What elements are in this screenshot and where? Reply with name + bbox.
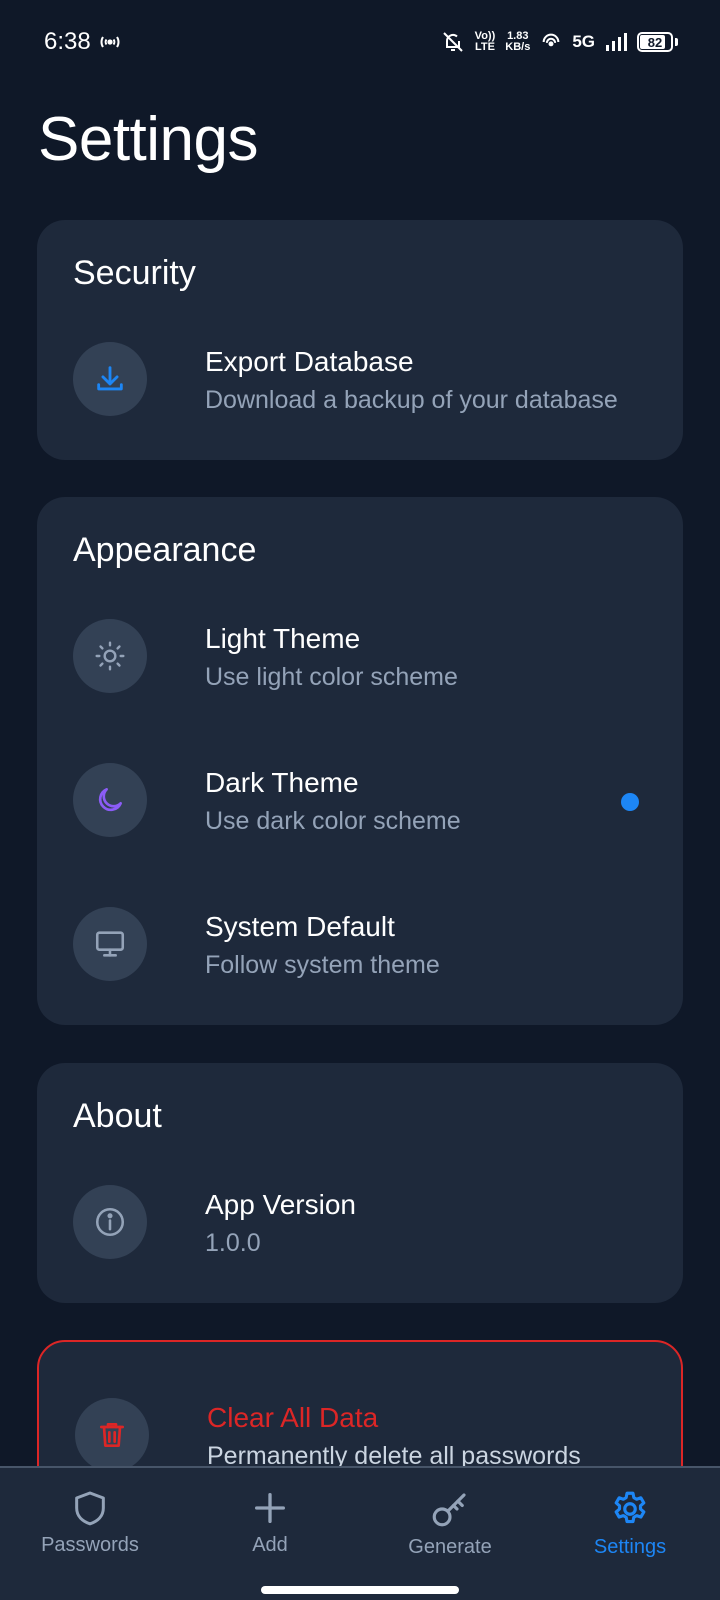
appearance-section-title: Appearance xyxy=(73,531,257,569)
app-version-label: App Version xyxy=(205,1189,356,1220)
sun-icon xyxy=(73,619,147,693)
clear-all-data-label: Clear All Data xyxy=(207,1402,379,1433)
network-speed: 1.83 KB/s xyxy=(505,31,530,53)
wifi-calling-icon xyxy=(542,33,560,47)
app-version-value: 1.0.0 xyxy=(205,1229,261,1257)
nav-settings-label: Settings xyxy=(593,1536,667,1558)
app-version-row: App Version 1.0.0 xyxy=(73,1185,647,1261)
network-type: 5G xyxy=(572,32,595,51)
hotspot-icon xyxy=(100,36,120,48)
battery-icon: 82 xyxy=(637,32,673,52)
nav-passwords[interactable]: Passwords xyxy=(0,1480,180,1570)
signal-icon xyxy=(606,33,627,51)
nav-add[interactable]: Add xyxy=(180,1480,360,1570)
network-speed-unit: KB/s xyxy=(505,41,531,53)
plus-icon xyxy=(255,1493,285,1523)
about-card: About App Version 1.0.0 xyxy=(37,1063,683,1303)
light-theme-label: Light Theme xyxy=(205,623,361,654)
light-theme-description: Use light color scheme xyxy=(205,663,458,691)
info-icon xyxy=(73,1185,147,1259)
system-default-description: Follow system theme xyxy=(205,951,440,979)
nav-generate-label: Generate xyxy=(408,1536,492,1558)
nav-settings[interactable]: Settings xyxy=(540,1480,720,1570)
status-bar: 6:38 Vo)) LTE 1.83 KB/s 5G 82 xyxy=(0,0,720,84)
nav-generate[interactable]: Generate xyxy=(360,1480,540,1570)
security-card: Security Export Database Download a back… xyxy=(37,220,683,460)
settings-screen: 6:38 Vo)) LTE 1.83 KB/s 5G 82 Settings S… xyxy=(0,0,720,1600)
download-icon xyxy=(73,342,147,416)
key-icon xyxy=(432,1493,466,1527)
dark-theme-row[interactable]: Dark Theme Use dark color scheme xyxy=(73,763,647,839)
nav-passwords-label: Passwords xyxy=(41,1534,139,1556)
dark-theme-description: Use dark color scheme xyxy=(205,807,461,835)
nav-add-label: Add xyxy=(252,1534,288,1556)
status-icons: Vo)) LTE 1.83 KB/s 5G 82 xyxy=(441,26,678,58)
home-indicator xyxy=(261,1586,459,1594)
gear-icon xyxy=(614,1491,646,1524)
volte-indicator: Vo)) LTE xyxy=(475,31,496,53)
page-title: Settings xyxy=(38,105,259,174)
moon-icon xyxy=(73,763,147,837)
export-database-row[interactable]: Export Database Download a backup of you… xyxy=(73,342,647,418)
security-section-title: Security xyxy=(73,254,196,292)
system-default-label: System Default xyxy=(205,911,395,942)
volte-bottom-label: LTE xyxy=(474,41,495,53)
about-section-title: About xyxy=(73,1097,162,1135)
battery-level: 82 xyxy=(647,34,663,50)
monitor-icon xyxy=(73,907,147,981)
trash-icon xyxy=(75,1398,149,1472)
battery-tip xyxy=(675,38,678,46)
clear-all-data-row[interactable]: Clear All Data Permanently delete all pa… xyxy=(75,1398,645,1474)
status-time: 6:38 xyxy=(44,28,91,55)
dark-theme-label: Dark Theme xyxy=(205,767,359,798)
bottom-nav: Passwords Add Generate Settings xyxy=(0,1466,720,1600)
export-database-label: Export Database xyxy=(205,346,414,377)
selected-indicator xyxy=(621,793,639,811)
shield-icon xyxy=(75,1491,105,1526)
system-default-row[interactable]: System Default Follow system theme xyxy=(73,907,647,983)
bell-off-icon xyxy=(442,32,463,52)
export-database-description: Download a backup of your database xyxy=(205,386,618,414)
light-theme-row[interactable]: Light Theme Use light color scheme xyxy=(73,619,647,695)
appearance-card: Appearance Light Theme Use light color s… xyxy=(37,497,683,1025)
